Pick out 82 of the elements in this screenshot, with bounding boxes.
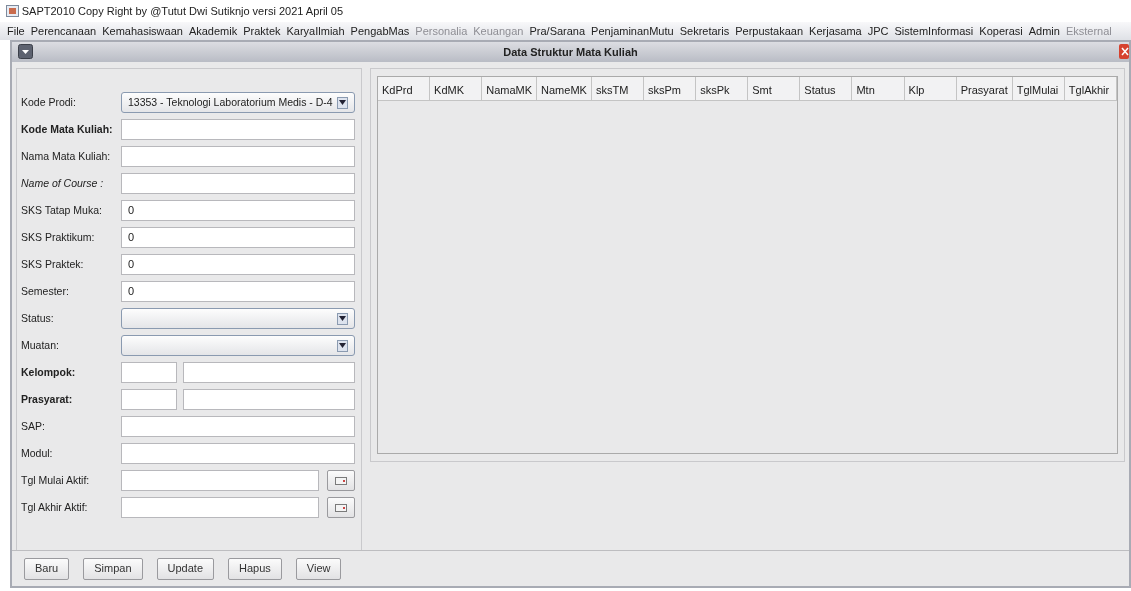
menu-item[interactable]: Kemahasiswaan [99, 21, 186, 41]
column-header[interactable]: TglAkhir [1064, 77, 1117, 100]
input-field[interactable]: 0 [121, 200, 355, 221]
menu-item[interactable]: Koperasi [976, 21, 1026, 41]
field-label: Tgl Mulai Aktif: [21, 472, 91, 488]
field-label: SKS Tatap Muka: [21, 202, 103, 218]
input-field[interactable] [182, 362, 355, 383]
menu-item[interactable]: SistemInformasi [891, 21, 977, 41]
column-header[interactable]: sksTM [591, 77, 644, 100]
field-label: Semester: [21, 283, 70, 299]
action-button[interactable]: Baru [24, 557, 70, 580]
dropdown-arrow-icon [339, 100, 346, 105]
menu-item[interactable]: PengabMas [347, 21, 413, 41]
column-header[interactable]: Klp [904, 77, 957, 100]
column-header[interactable]: NameMK [537, 77, 592, 100]
field-label: Muatan: [21, 337, 60, 353]
column-header[interactable]: KdPrd [378, 77, 431, 100]
close-icon[interactable] [1119, 44, 1129, 59]
input-field[interactable] [182, 389, 355, 410]
field-label: Nama Mata Kuliah: [21, 148, 112, 164]
field-label: Tgl Akhir Aktif: [21, 499, 89, 515]
menu-item[interactable]: PenjaminanMutu [588, 21, 677, 41]
field-label: Kode Prodi: [21, 94, 77, 110]
action-button[interactable]: View [295, 557, 342, 580]
calendar-icon [335, 476, 347, 485]
input-field[interactable]: 0 [121, 281, 355, 302]
window-title: SAPT2010 Copy Right by @Tutut Dwi Sutiknjo versi 2021 April 05 [21, 3, 344, 19]
app-icon [6, 5, 19, 17]
menu-item[interactable]: File [4, 21, 28, 41]
column-header[interactable]: Smt [748, 77, 801, 100]
dropdown[interactable] [121, 308, 355, 329]
menu-item[interactable]: JPC [864, 21, 892, 41]
input-field[interactable] [121, 470, 319, 491]
field-label: Name of Course : [21, 175, 105, 191]
menu-item[interactable]: Kerjasama [806, 21, 865, 41]
menu-item[interactable]: Sekretaris [676, 21, 733, 41]
column-header[interactable]: Mtn [852, 77, 905, 100]
input-field[interactable]: 0 [121, 254, 355, 275]
field-label: Modul: [21, 445, 54, 461]
frame-title: Data Struktur Mata Kuliah [503, 44, 638, 60]
calendar-icon [335, 503, 347, 512]
field-label: Kelompok: [21, 364, 77, 380]
column-header[interactable]: Prasyarat [956, 77, 1013, 100]
action-button[interactable]: Simpan [83, 557, 143, 580]
input-field[interactable] [121, 362, 177, 383]
field-label: SAP: [21, 418, 46, 434]
menu-item[interactable]: KaryaIlmiah [283, 21, 348, 41]
field-label: Status: [21, 310, 55, 326]
input-field[interactable] [121, 173, 355, 194]
column-header[interactable]: sksPm [644, 77, 697, 100]
column-header[interactable]: NamaMK [482, 77, 538, 100]
column-header[interactable]: KdMK [430, 77, 483, 100]
input-field[interactable] [121, 389, 177, 410]
menu-item[interactable]: Akademik [185, 21, 241, 41]
menu-item[interactable]: Perpustakaan [732, 21, 807, 41]
menu-item[interactable]: Pra/Sarana [526, 21, 589, 41]
column-header[interactable]: sksPk [696, 77, 749, 100]
field-label: SKS Praktek: [21, 256, 85, 272]
field-label: Kode Mata Kuliah: [21, 121, 114, 137]
action-button[interactable]: Hapus [228, 557, 282, 580]
calendar-button[interactable] [327, 470, 355, 491]
dropdown-value: 13353 - Teknologi Laboratorium Medis - D-4 [128, 94, 333, 110]
input-field[interactable] [121, 497, 319, 518]
field-label: Prasyarat: [21, 391, 74, 407]
input-field[interactable] [121, 119, 355, 140]
input-field[interactable] [121, 443, 355, 464]
dropdown[interactable]: 13353 - Teknologi Laboratorium Medis - D-4 [121, 92, 355, 113]
column-header[interactable]: TglMulai [1012, 77, 1065, 100]
menu-item[interactable]: Perencanaan [27, 21, 100, 41]
calendar-button[interactable] [327, 497, 355, 518]
menu-item[interactable]: Praktek [240, 21, 284, 41]
input-field[interactable] [121, 146, 355, 167]
action-button[interactable]: Update [156, 557, 215, 580]
input-field[interactable] [121, 416, 355, 437]
dropdown-arrow-icon [339, 343, 346, 348]
dropdown[interactable] [121, 335, 355, 356]
field-label: SKS Praktikum: [21, 229, 96, 245]
column-header[interactable]: Status [800, 77, 853, 100]
menu-item[interactable]: Admin [1025, 21, 1063, 41]
input-field[interactable]: 0 [121, 227, 355, 248]
frame-menu-icon[interactable] [18, 44, 33, 59]
dropdown-arrow-icon [339, 316, 346, 321]
